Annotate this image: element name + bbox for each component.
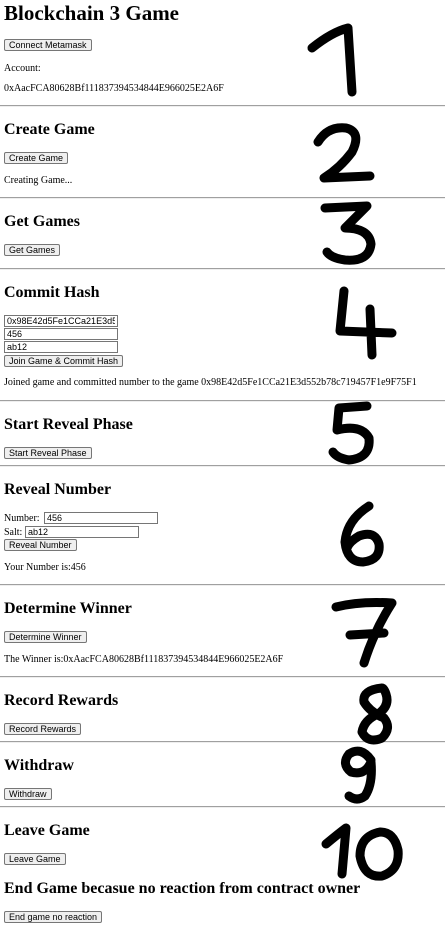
annotation-number-1 <box>307 23 357 97</box>
join-game-commit-hash-button[interactable]: Join Game & Commit Hash <box>4 355 124 367</box>
divider <box>0 584 445 586</box>
determine-winner-button[interactable]: Determine Winner <box>4 631 87 643</box>
commit-status: Joined game and committed number to the … <box>4 377 417 388</box>
reveal-salt-input[interactable] <box>25 526 139 538</box>
account-label: Account: <box>4 63 41 74</box>
reveal-number-input[interactable] <box>44 512 158 524</box>
leave-game-heading: Leave Game <box>4 822 90 839</box>
leave-game-button[interactable]: Leave Game <box>4 853 66 865</box>
annotation-number-10 <box>321 823 403 881</box>
withdraw-button[interactable]: Withdraw <box>4 788 52 800</box>
end-game-heading: End Game becasue no reaction from contra… <box>4 880 361 897</box>
commit-number-input[interactable] <box>4 328 118 340</box>
get-games-heading: Get Games <box>4 213 80 230</box>
create-game-status: Creating Game... <box>4 175 73 186</box>
reveal-status: Your Number is:456 <box>4 562 86 573</box>
annotation-number-9 <box>341 746 376 804</box>
divider <box>0 105 445 107</box>
divider <box>0 197 445 199</box>
start-reveal-heading: Start Reveal Phase <box>4 416 133 433</box>
get-games-button[interactable]: Get Games <box>4 244 61 256</box>
annotation-number-6 <box>340 501 384 567</box>
record-rewards-heading: Record Rewards <box>4 692 119 709</box>
annotation-number-3 <box>320 201 376 265</box>
connect-metamask-button[interactable]: Connect Metamask <box>4 39 92 51</box>
account-value: 0xAacFCA80628Bf111837394534844E966025E2A… <box>4 83 224 94</box>
annotation-number-2 <box>313 123 375 183</box>
reveal-number-label: Number: <box>4 513 40 524</box>
annotation-number-5 <box>328 401 374 465</box>
annotation-number-7 <box>331 598 397 668</box>
end-game-no-reaction-button[interactable]: End game no reaction <box>4 911 103 923</box>
winner-status: The Winner is:0xAacFCA80628Bf11183739453… <box>4 654 284 665</box>
page-title: Blockchain 3 Game <box>4 1 180 25</box>
determine-winner-heading: Determine Winner <box>4 600 132 617</box>
start-reveal-phase-button[interactable]: Start Reveal Phase <box>4 447 92 459</box>
withdraw-heading: Withdraw <box>4 757 74 774</box>
create-game-button[interactable]: Create Game <box>4 152 69 164</box>
reveal-number-heading: Reveal Number <box>4 481 112 498</box>
commit-salt-input[interactable] <box>4 341 118 353</box>
create-game-heading: Create Game <box>4 121 95 138</box>
reveal-salt-label: Salt: <box>4 527 23 538</box>
commit-hash-heading: Commit Hash <box>4 284 100 301</box>
divider <box>0 676 445 678</box>
reveal-number-button[interactable]: Reveal Number <box>4 539 77 551</box>
annotation-number-4 <box>335 286 397 360</box>
page: Blockchain 3 Game Connect Metamask Accou… <box>0 0 445 929</box>
game-address-input[interactable] <box>4 315 118 327</box>
record-rewards-button[interactable]: Record Rewards <box>4 723 82 735</box>
